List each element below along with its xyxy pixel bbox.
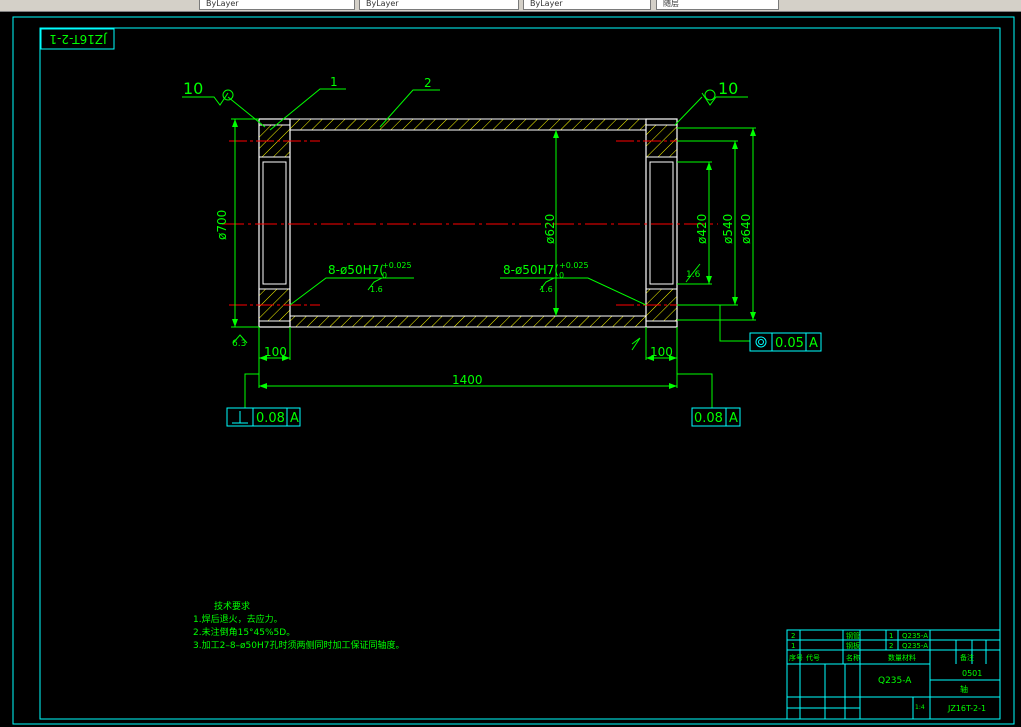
- tb-row2-qty: 2: [889, 642, 893, 650]
- concentricity-icon: [755, 336, 767, 348]
- left-flange-inner: [262, 161, 287, 285]
- dim-100-left: 100: [264, 345, 287, 359]
- tb-row1-qty: 1: [889, 632, 893, 640]
- dim-1400: 1400: [452, 373, 483, 387]
- toolbar-lineweight-label: ByLayer: [530, 0, 563, 8]
- toolbar-plotstyle-label: 随层: [663, 0, 679, 8]
- tb-row1-material: Q235-A: [902, 632, 928, 640]
- toolbar-color-label: ByLayer: [206, 0, 239, 8]
- leader-gtol-par: [677, 373, 713, 408]
- tb-header-qty: 数量: [888, 653, 902, 662]
- tb-row1-no: 2: [791, 632, 795, 640]
- dim-d420: ø420: [695, 214, 709, 244]
- toolbar-color-dropdown[interactable]: ByLayer: [199, 0, 355, 10]
- tol-lower-left: 0: [382, 271, 387, 280]
- gtol-perp-value: 0.08: [256, 411, 285, 426]
- holes-left-note: 8-ø50H7(: [328, 263, 384, 277]
- tb-material: Q235-A: [878, 676, 912, 686]
- tb-header-material: 材料: [902, 653, 916, 662]
- toolbar-lineweight-dropdown[interactable]: ByLayer: [523, 0, 651, 10]
- tol-upper-left: +0.025: [382, 261, 412, 270]
- callout-2: 2: [424, 76, 432, 90]
- ra-63: 6.3: [232, 339, 246, 349]
- dim-d620: ø620: [543, 214, 557, 244]
- tb-row2-no: 1: [791, 642, 795, 650]
- tech-note-2: 2.未注倒角15°45%5D。: [193, 626, 295, 638]
- gtol-perp-datum: A: [290, 411, 299, 426]
- holes-right-note: 8-ø50H7(: [503, 263, 559, 277]
- dim-d640: ø640: [739, 214, 753, 244]
- tb-header-no: 序号: [789, 653, 803, 662]
- toolbar-linetype-dropdown[interactable]: ByLayer: [359, 0, 519, 10]
- dim-d700: ø700: [215, 210, 229, 240]
- datum-symbol: [631, 337, 641, 351]
- roughness-right-label: 10: [718, 79, 738, 98]
- ra-hole-right: 1.6: [540, 285, 553, 294]
- tb-scale: 1:4: [915, 704, 925, 711]
- tol-lower-right: 0: [559, 271, 564, 280]
- tb-row2-material: Q235-A: [902, 642, 928, 650]
- tech-note-1: 1.焊后退火，去应力。: [193, 613, 283, 625]
- leader-holes-right: [500, 277, 647, 306]
- leader-gtol-conc: [712, 304, 750, 342]
- tb-header-remark: 备注: [960, 653, 974, 662]
- tech-note-3: 3.加工2–8–ø50H7孔时须两侧同时加工保证同轴度。: [193, 639, 405, 651]
- tb-header-name: 名称: [846, 653, 860, 662]
- part-section: [222, 118, 718, 328]
- hatch-bottom-shell: [289, 315, 647, 328]
- toolbar-linetype-label: ByLayer: [366, 0, 399, 8]
- gtol-par-datum: A: [729, 411, 738, 426]
- toolbar-plotstyle-dropdown[interactable]: 随层: [656, 0, 779, 10]
- gtol-conc-value: 0.05: [775, 336, 804, 351]
- callout-1: 1: [330, 75, 338, 89]
- ra-hole-left: 1.6: [370, 285, 383, 294]
- hatch-top-shell: [289, 118, 647, 131]
- ra-right-face: 1.6: [686, 270, 701, 280]
- drawing-canvas[interactable]: JZ16T-2-1 10 10 1 2 ø700 ø620 ø420 ø540 …: [0, 11, 1021, 727]
- tb-drawing-no: JZ16T-2-1: [947, 704, 986, 713]
- tol-upper-right: +0.025: [559, 261, 589, 270]
- right-flange-inner: [649, 161, 674, 285]
- drawing-frame: [39, 27, 1001, 720]
- dim-d540: ø540: [721, 214, 735, 244]
- leader-gtol-perp: [244, 373, 259, 408]
- gtol-conc-datum: A: [809, 336, 818, 351]
- tb-row2-name: 钢板: [846, 641, 860, 650]
- tb-row1-name: 钢管: [846, 631, 860, 640]
- tb-part-name: 轴: [960, 684, 968, 694]
- leader-holes-left: [289, 277, 414, 306]
- tb-header-code: 代号: [806, 653, 820, 662]
- gtol-par-value: 0.08: [694, 411, 723, 426]
- tb-company: 0501: [962, 669, 982, 678]
- tech-title: 技术要求: [214, 600, 250, 612]
- roughness-left-label: 10: [183, 79, 203, 98]
- drawing-code-rotated: JZ16T-2-1: [49, 32, 107, 46]
- dim-100-right: 100: [650, 345, 673, 359]
